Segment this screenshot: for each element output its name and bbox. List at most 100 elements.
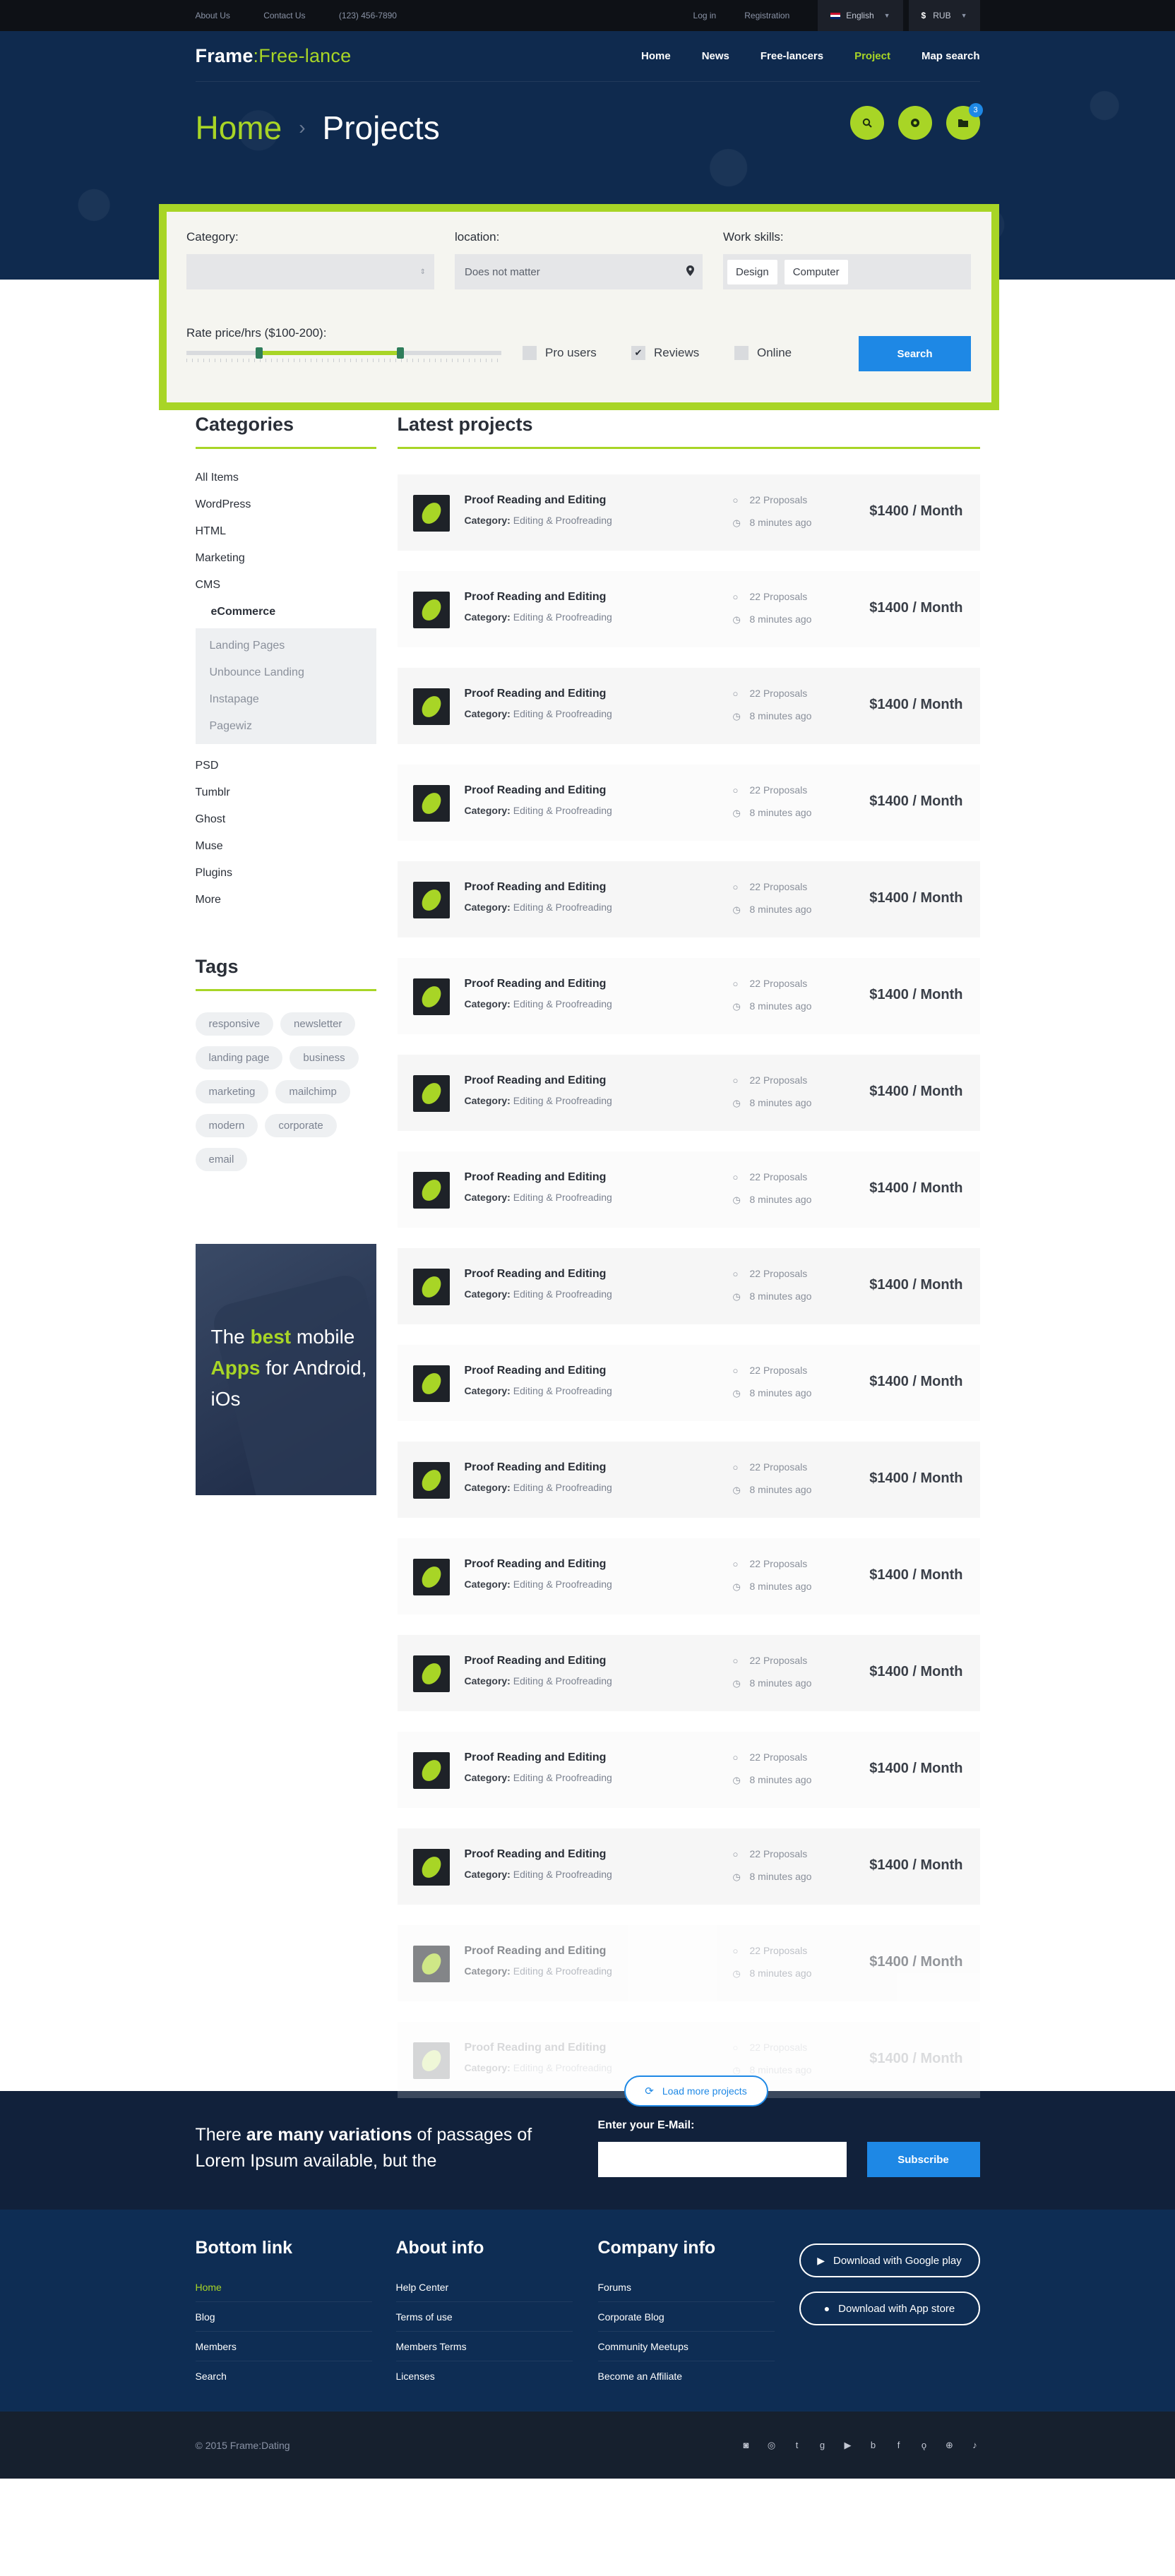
category-item[interactable]: Plugins bbox=[196, 860, 376, 887]
breadcrumb-home[interactable]: Home bbox=[196, 109, 282, 147]
project-title[interactable]: Proof Reading and Editing bbox=[465, 1461, 607, 1474]
tumblr-icon[interactable]: t bbox=[792, 2440, 802, 2450]
category-item[interactable]: Tumblr bbox=[196, 779, 376, 806]
project-row[interactable]: Proof Reading and Editing Category: Editi… bbox=[397, 668, 980, 744]
project-title[interactable]: Proof Reading and Editing bbox=[465, 1268, 607, 1281]
tag[interactable]: business bbox=[290, 1046, 359, 1070]
project-row[interactable]: Proof Reading and Editing Category: Editi… bbox=[397, 958, 980, 1034]
pinterest-icon[interactable]: ⊕ bbox=[945, 2440, 955, 2450]
category-item[interactable]: More bbox=[196, 887, 376, 913]
project-title[interactable]: Proof Reading and Editing bbox=[465, 784, 607, 797]
language-dropdown[interactable]: English ▼ bbox=[818, 0, 903, 31]
project-title[interactable]: Proof Reading and Editing bbox=[465, 1074, 607, 1087]
project-title[interactable]: Proof Reading and Editing bbox=[465, 1945, 607, 1958]
project-title[interactable]: Proof Reading and Editing bbox=[465, 881, 607, 894]
project-title[interactable]: Proof Reading and Editing bbox=[465, 1655, 607, 1667]
odnoklassniki-icon[interactable]: ǫ bbox=[919, 2440, 929, 2450]
tag[interactable]: marketing bbox=[195, 1080, 269, 1103]
nav-home[interactable]: Home bbox=[641, 50, 671, 62]
about-us-link[interactable]: About Us bbox=[196, 11, 230, 20]
category-item[interactable]: Muse bbox=[196, 833, 376, 860]
project-row[interactable]: Proof Reading and Editing Category: Editi… bbox=[397, 1248, 980, 1324]
tag[interactable]: mailchimp bbox=[275, 1080, 350, 1103]
project-row[interactable]: Proof Reading and Editing Category: Editi… bbox=[397, 1828, 980, 1905]
footer-link[interactable]: Members bbox=[195, 2332, 372, 2361]
footer-link[interactable]: Search bbox=[196, 2361, 372, 2391]
project-row[interactable]: Proof Reading and Editing Category: Editi… bbox=[397, 765, 980, 841]
nav-map-search[interactable]: Map search bbox=[921, 50, 980, 62]
tag[interactable]: newsletter bbox=[280, 1012, 356, 1036]
dribbble-icon[interactable]: ◎ bbox=[767, 2440, 777, 2450]
category-item[interactable]: WordPress bbox=[196, 491, 376, 518]
category-item[interactable]: PSD bbox=[196, 753, 376, 779]
subcategory-item[interactable]: Landing Pages bbox=[210, 633, 376, 659]
registration-link[interactable]: Registration bbox=[744, 11, 789, 20]
project-title[interactable]: Proof Reading and Editing bbox=[465, 591, 607, 604]
tag[interactable]: corporate bbox=[265, 1114, 337, 1137]
phone-number[interactable]: (123) 456-7890 bbox=[339, 11, 397, 20]
subcategory-item[interactable]: Pagewiz bbox=[210, 713, 376, 740]
tag[interactable]: modern bbox=[195, 1114, 258, 1137]
category-item-active[interactable]: eCommerce bbox=[196, 599, 376, 625]
footer-link[interactable]: Blog bbox=[195, 2302, 372, 2332]
footer-link[interactable]: Licenses bbox=[396, 2361, 573, 2391]
project-title[interactable]: Proof Reading and Editing bbox=[465, 1365, 607, 1377]
footer-link[interactable]: Community Meetups bbox=[597, 2332, 775, 2361]
blogger-icon[interactable]: b bbox=[869, 2440, 878, 2450]
project-row[interactable]: Proof Reading and Editing Category: Editi… bbox=[397, 1345, 980, 1421]
nav-free-lancers[interactable]: Free-lancers bbox=[761, 50, 823, 62]
project-row[interactable]: Proof Reading and Editing Category: Editi… bbox=[397, 1442, 980, 1518]
project-title[interactable]: Proof Reading and Editing bbox=[465, 1171, 607, 1184]
footer-link[interactable]: Forums bbox=[597, 2272, 775, 2302]
footer-link[interactable]: Become an Affiliate bbox=[598, 2361, 775, 2391]
project-row[interactable]: Proof Reading and Editing Category: Editi… bbox=[397, 1151, 980, 1228]
currency-dropdown[interactable]: $ RUB ▼ bbox=[908, 0, 980, 31]
subscribe-button[interactable]: Subscribe bbox=[866, 2142, 980, 2177]
nav-news[interactable]: News bbox=[702, 50, 729, 62]
lastfm-icon[interactable]: ♪ bbox=[970, 2440, 980, 2450]
facebook-icon[interactable]: f bbox=[894, 2440, 904, 2450]
instagram-icon[interactable]: ◙ bbox=[741, 2440, 751, 2450]
app-store-button[interactable]: ● Download with App store bbox=[799, 2292, 980, 2325]
footer-link[interactable]: Terms of use bbox=[395, 2302, 573, 2332]
tag[interactable]: landing page bbox=[195, 1046, 283, 1070]
tag[interactable]: responsive bbox=[195, 1012, 274, 1036]
category-item[interactable]: All Items bbox=[196, 465, 376, 491]
category-item[interactable]: Marketing bbox=[196, 545, 376, 572]
nav-project[interactable]: Project bbox=[854, 50, 890, 62]
project-row[interactable]: Proof Reading and Editing Category: Editi… bbox=[397, 1635, 980, 1711]
footer-link[interactable]: Corporate Blog bbox=[597, 2302, 775, 2332]
project-row[interactable]: Proof Reading and Editing Category: Editi… bbox=[397, 1538, 980, 1615]
logo[interactable]: Frame:Free-lance bbox=[196, 45, 352, 67]
footer-link[interactable]: Home bbox=[195, 2272, 372, 2302]
project-title[interactable]: Proof Reading and Editing bbox=[465, 1558, 607, 1571]
project-row[interactable]: Proof Reading and Editing Category: Editi… bbox=[397, 571, 980, 647]
mobile-apps-banner[interactable]: The best mobile Apps for Android, iOs bbox=[195, 1244, 376, 1495]
project-row[interactable]: Proof Reading and Editing Category: Editi… bbox=[397, 474, 980, 551]
project-title[interactable]: Proof Reading and Editing bbox=[465, 688, 607, 700]
contact-us-link[interactable]: Contact Us bbox=[263, 11, 305, 20]
project-title[interactable]: Proof Reading and Editing bbox=[465, 494, 607, 507]
project-row[interactable]: Proof Reading and Editing Category: Editi… bbox=[397, 1055, 980, 1131]
tag[interactable]: email bbox=[195, 1148, 248, 1171]
email-field[interactable] bbox=[597, 2142, 847, 2177]
youtube-icon[interactable]: ▶ bbox=[843, 2440, 853, 2450]
google-play-button[interactable]: ▶ Download with Google play bbox=[799, 2243, 980, 2277]
login-link[interactable]: Log in bbox=[693, 11, 717, 20]
footer-link[interactable]: Members Terms bbox=[395, 2332, 573, 2361]
subcategory-item[interactable]: Instapage bbox=[210, 686, 376, 713]
project-title[interactable]: Proof Reading and Editing bbox=[465, 1751, 607, 1764]
google-plus-icon[interactable]: g bbox=[818, 2440, 828, 2450]
subcategory-item[interactable]: Unbounce Landing bbox=[210, 659, 376, 686]
category-item[interactable]: Ghost bbox=[196, 806, 376, 833]
project-row[interactable]: Proof Reading and Editing Category: Editi… bbox=[397, 1925, 980, 2001]
search-icon[interactable] bbox=[849, 106, 884, 140]
category-item[interactable]: CMS bbox=[196, 572, 376, 599]
folder-icon[interactable]: 3 bbox=[946, 103, 983, 140]
project-title[interactable]: Proof Reading and Editing bbox=[465, 1848, 607, 1861]
category-item[interactable]: HTML bbox=[196, 518, 376, 545]
footer-link[interactable]: Help Center bbox=[395, 2272, 573, 2302]
project-row[interactable]: Proof Reading and Editing Category: Editi… bbox=[397, 1732, 980, 1808]
project-title[interactable]: Proof Reading and Editing bbox=[465, 978, 607, 990]
project-title[interactable]: Proof Reading and Editing bbox=[465, 2042, 607, 2054]
